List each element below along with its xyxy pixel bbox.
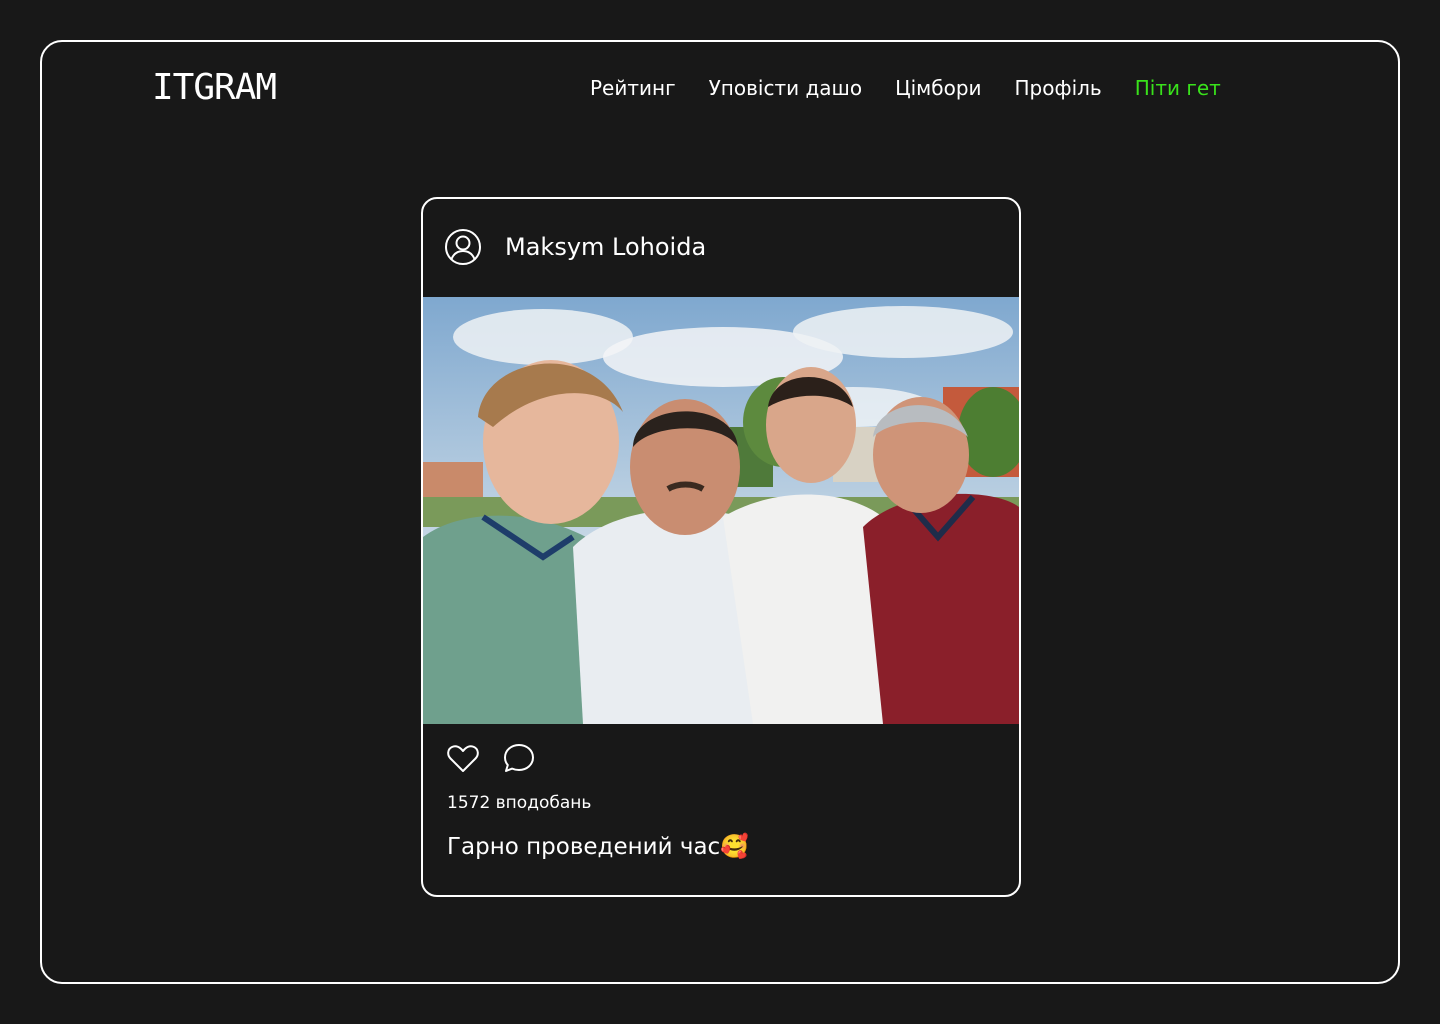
- nav-item-logout[interactable]: Піти гет: [1135, 76, 1221, 100]
- comment-bubble-icon[interactable]: [501, 740, 537, 776]
- post-card: Maksym Lohoida 1572 вподобань Гарно пров…: [421, 197, 1021, 897]
- nav-item-profile[interactable]: Профіль: [1015, 76, 1102, 100]
- user-circle-icon[interactable]: [444, 228, 482, 266]
- nav-item-new-post[interactable]: Уповісти дашо: [709, 76, 862, 100]
- nav-item-rating[interactable]: Рейтинг: [590, 76, 676, 100]
- post-header: Maksym Lohoida: [423, 199, 1019, 297]
- likes-count: 1572 вподобань: [447, 793, 592, 813]
- nav-item-friends[interactable]: Цімбори: [895, 76, 981, 100]
- post-actions: [445, 740, 537, 776]
- post-author[interactable]: Maksym Lohoida: [505, 233, 706, 261]
- main-nav: Рейтинг Уповісти дашо Цімбори Профіль Пі…: [590, 76, 1221, 100]
- group-photo-image: [423, 297, 1019, 724]
- heart-icon[interactable]: [445, 740, 481, 776]
- app-frame: ITGRAM Рейтинг Уповісти дашо Цімбори Про…: [40, 40, 1400, 984]
- logo[interactable]: ITGRAM: [152, 68, 277, 108]
- post-caption: Гарно проведений час🥰: [447, 834, 749, 860]
- post-photo[interactable]: [423, 297, 1019, 724]
